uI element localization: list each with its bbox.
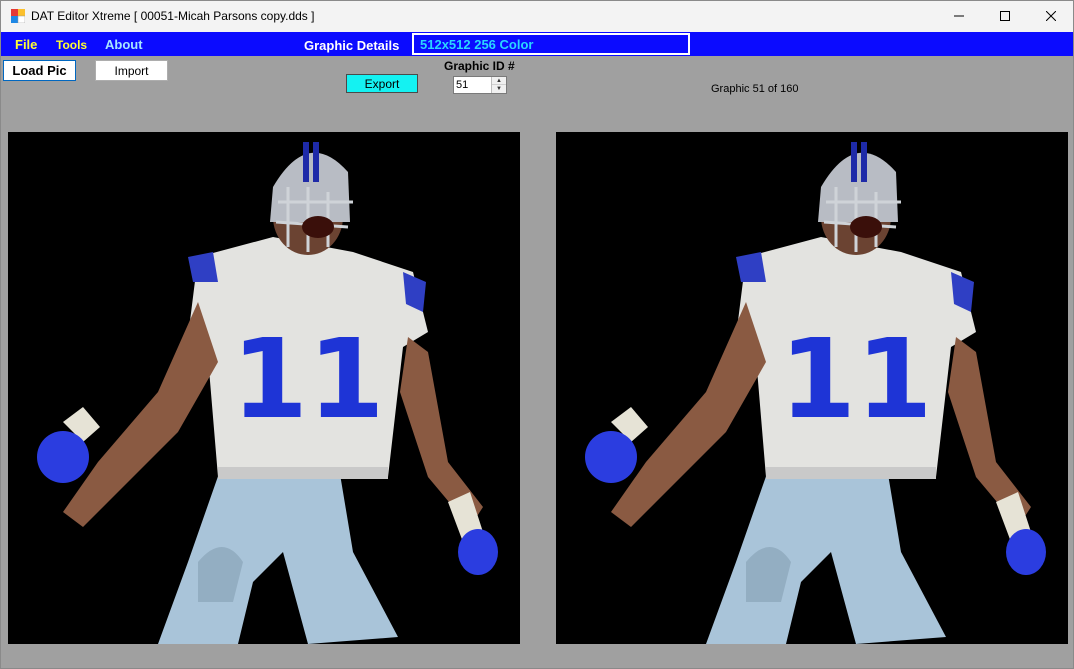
player-image-preview: 11: [585, 142, 1046, 644]
graphic-details-label: Graphic Details: [304, 38, 400, 53]
export-button[interactable]: Export: [346, 74, 418, 93]
title-bar[interactable]: DAT Editor Xtreme [ 00051-Micah Parsons …: [1, 1, 1073, 32]
graphic-id-spinner[interactable]: 51 ▲ ▼: [453, 76, 507, 94]
original-image-panel[interactable]: 11: [8, 132, 520, 644]
minimize-icon: [954, 8, 964, 26]
preview-image-panel[interactable]: 11: [556, 132, 1068, 644]
maximize-button[interactable]: [982, 1, 1028, 32]
minimize-button[interactable]: [936, 1, 982, 32]
graphic-id-value[interactable]: 51: [456, 79, 468, 91]
load-pic-button[interactable]: Load Pic: [3, 60, 76, 81]
menu-bar: File Tools About Graphic Details 512x512…: [1, 32, 1073, 56]
menu-tools[interactable]: Tools: [56, 38, 87, 52]
graphic-details-box: 512x512 256 Color: [412, 33, 690, 55]
spinner-buttons: ▲ ▼: [491, 77, 506, 93]
jersey-number-text: 11: [231, 315, 384, 443]
player-image: 11: [37, 142, 498, 644]
graphic-id-label: Graphic ID #: [444, 59, 515, 73]
close-button[interactable]: [1028, 1, 1073, 32]
close-icon: [1045, 8, 1057, 26]
spinner-up-icon[interactable]: ▲: [492, 77, 506, 85]
graphic-count: Graphic 51 of 160: [711, 83, 799, 95]
spinner-down-icon[interactable]: ▼: [492, 85, 506, 93]
app-icon: [11, 9, 26, 24]
menu-file[interactable]: File: [15, 37, 37, 52]
maximize-icon: [1000, 8, 1010, 26]
window-title: DAT Editor Xtreme [ 00051-Micah Parsons …: [31, 9, 315, 23]
menu-about[interactable]: About: [105, 37, 143, 52]
jersey-number-text-preview: 11: [779, 315, 932, 443]
import-button[interactable]: Import: [95, 60, 168, 81]
app-window: DAT Editor Xtreme [ 00051-Micah Parsons …: [0, 0, 1074, 669]
graphic-details-value: 512x512 256 Color: [420, 37, 534, 52]
